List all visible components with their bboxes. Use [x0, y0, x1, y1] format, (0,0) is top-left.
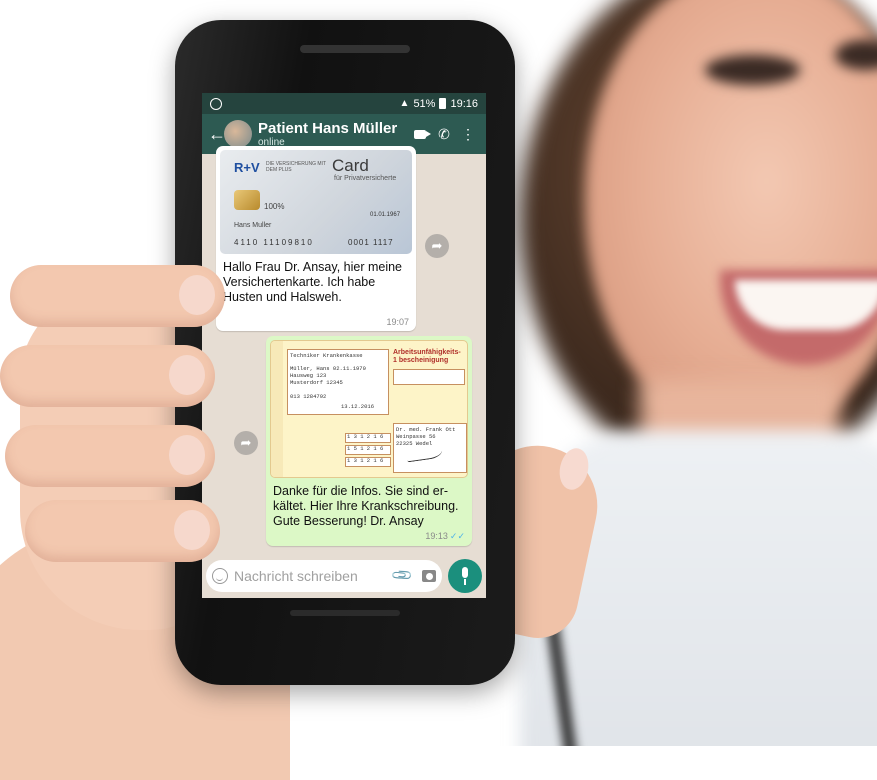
sick-note-margin: [271, 341, 283, 477]
sick-note-date: 1 3 1 2 1 6: [347, 457, 384, 464]
message-time: 19:13: [425, 531, 448, 541]
card-logo: R+V: [234, 160, 260, 175]
status-bar-right: ▲ 51% 19:16: [400, 98, 478, 110]
message-incoming[interactable]: R+V DIE VERSICHERUNG MIT DEM PLUS Card f…: [216, 146, 416, 331]
status-time: 19:16: [450, 97, 478, 110]
contact-avatar[interactable]: [224, 120, 252, 148]
status-bar: ▲ 51% 19:16: [202, 93, 486, 114]
phone-screen: ▲ 51% 19:16 ← Patient Hans Müller online…: [202, 93, 486, 598]
sick-note-stamp-box: [393, 369, 465, 385]
chat-title-block[interactable]: Patient Hans Müller online: [258, 120, 408, 148]
message-text: Hallo Frau Dr. Ansay, hier meine Versich…: [223, 260, 403, 304]
finger-ring: [5, 425, 215, 487]
card-number-secondary: 0001 1117: [348, 238, 394, 247]
message-time-block: 19:13 ✓✓: [425, 531, 465, 542]
sick-note-date: 1 5 1 2 1 6: [347, 445, 384, 452]
sick-note-title: Arbeitsunfähigkeits- 1 bescheinigung: [393, 349, 461, 364]
back-arrow-icon[interactable]: ←: [208, 124, 226, 145]
phone-bottom-bezel: [290, 610, 400, 616]
card-logo-subtitle: DIE VERSICHERUNG MIT DEM PLUS: [266, 161, 326, 173]
phone-speaker: [300, 45, 410, 53]
contact-name: Patient Hans Müller: [258, 120, 398, 137]
sick-note-issue-date: 13.12.2016: [341, 403, 375, 410]
sick-note-image[interactable]: Techniker Krankenkasse Müller, Hans 02.1…: [270, 340, 468, 478]
sick-note-doctor: Weinpasse 56: [396, 433, 436, 440]
composer-bar: Nachricht schreiben 📎: [202, 554, 486, 598]
sick-note-patient-line: Hausweg 123: [290, 372, 327, 379]
phone-call-icon[interactable]: ✆: [432, 126, 456, 143]
finger-index: [10, 265, 225, 327]
message-time: 19:07: [386, 317, 409, 327]
woman-eye-left: [705, 55, 800, 85]
battery-percent: 51%: [413, 97, 436, 110]
sick-note-patient-line: Musterdorf 12345: [290, 379, 343, 386]
microphone-button[interactable]: [448, 559, 482, 593]
fingernail: [179, 275, 215, 315]
sick-note-patient-line: Müller, Hans 02.11.1970: [290, 365, 366, 372]
battery-icon: [439, 98, 447, 109]
message-input[interactable]: Nachricht schreiben 📎: [206, 560, 442, 592]
message-text: Danke für die Infos. Sie sind er-kältet.…: [273, 484, 459, 528]
sick-note-id: 013 1284792: [290, 393, 327, 400]
card-holder-name: Hans Muller: [234, 222, 272, 229]
fingernail: [169, 435, 205, 475]
camera-icon[interactable]: [422, 570, 436, 582]
emoji-icon[interactable]: [212, 568, 228, 584]
card-heading: Card: [332, 156, 369, 175]
sick-note-insurer: Techniker Krankenkasse: [290, 352, 363, 359]
forward-icon[interactable]: ➦: [234, 431, 258, 455]
message-outgoing[interactable]: Techniker Krankenkasse Müller, Hans 02.1…: [266, 336, 472, 546]
sick-note-doctor: Dr. med. Frank Ott: [396, 426, 456, 433]
card-birthdate: 01.01.1967: [370, 212, 401, 218]
card-percent: 100%: [264, 202, 285, 211]
sick-note-date: 1 3 1 2 1 6: [347, 433, 384, 440]
video-call-icon[interactable]: [408, 126, 432, 142]
card-subheading: für Privatversicherte: [334, 175, 397, 182]
whatsapp-notification-icon: [210, 97, 222, 110]
finger-middle: [0, 345, 215, 407]
insurance-card-image[interactable]: R+V DIE VERSICHERUNG MIT DEM PLUS Card f…: [220, 150, 412, 254]
wifi-signal-icon: ▲: [399, 98, 410, 109]
chat-area: R+V DIE VERSICHERUNG MIT DEM PLUS Card f…: [202, 146, 486, 554]
finger-little: [25, 500, 220, 562]
fingernail: [169, 355, 205, 395]
message-placeholder[interactable]: Nachricht schreiben: [234, 568, 394, 584]
more-options-icon[interactable]: ⋮: [456, 126, 480, 143]
card-chip: [234, 190, 260, 210]
forward-icon[interactable]: ➦: [425, 234, 449, 258]
card-number: 4110 11109810: [234, 238, 314, 247]
fingernail: [174, 510, 210, 550]
read-ticks-icon: ✓✓: [449, 531, 465, 541]
